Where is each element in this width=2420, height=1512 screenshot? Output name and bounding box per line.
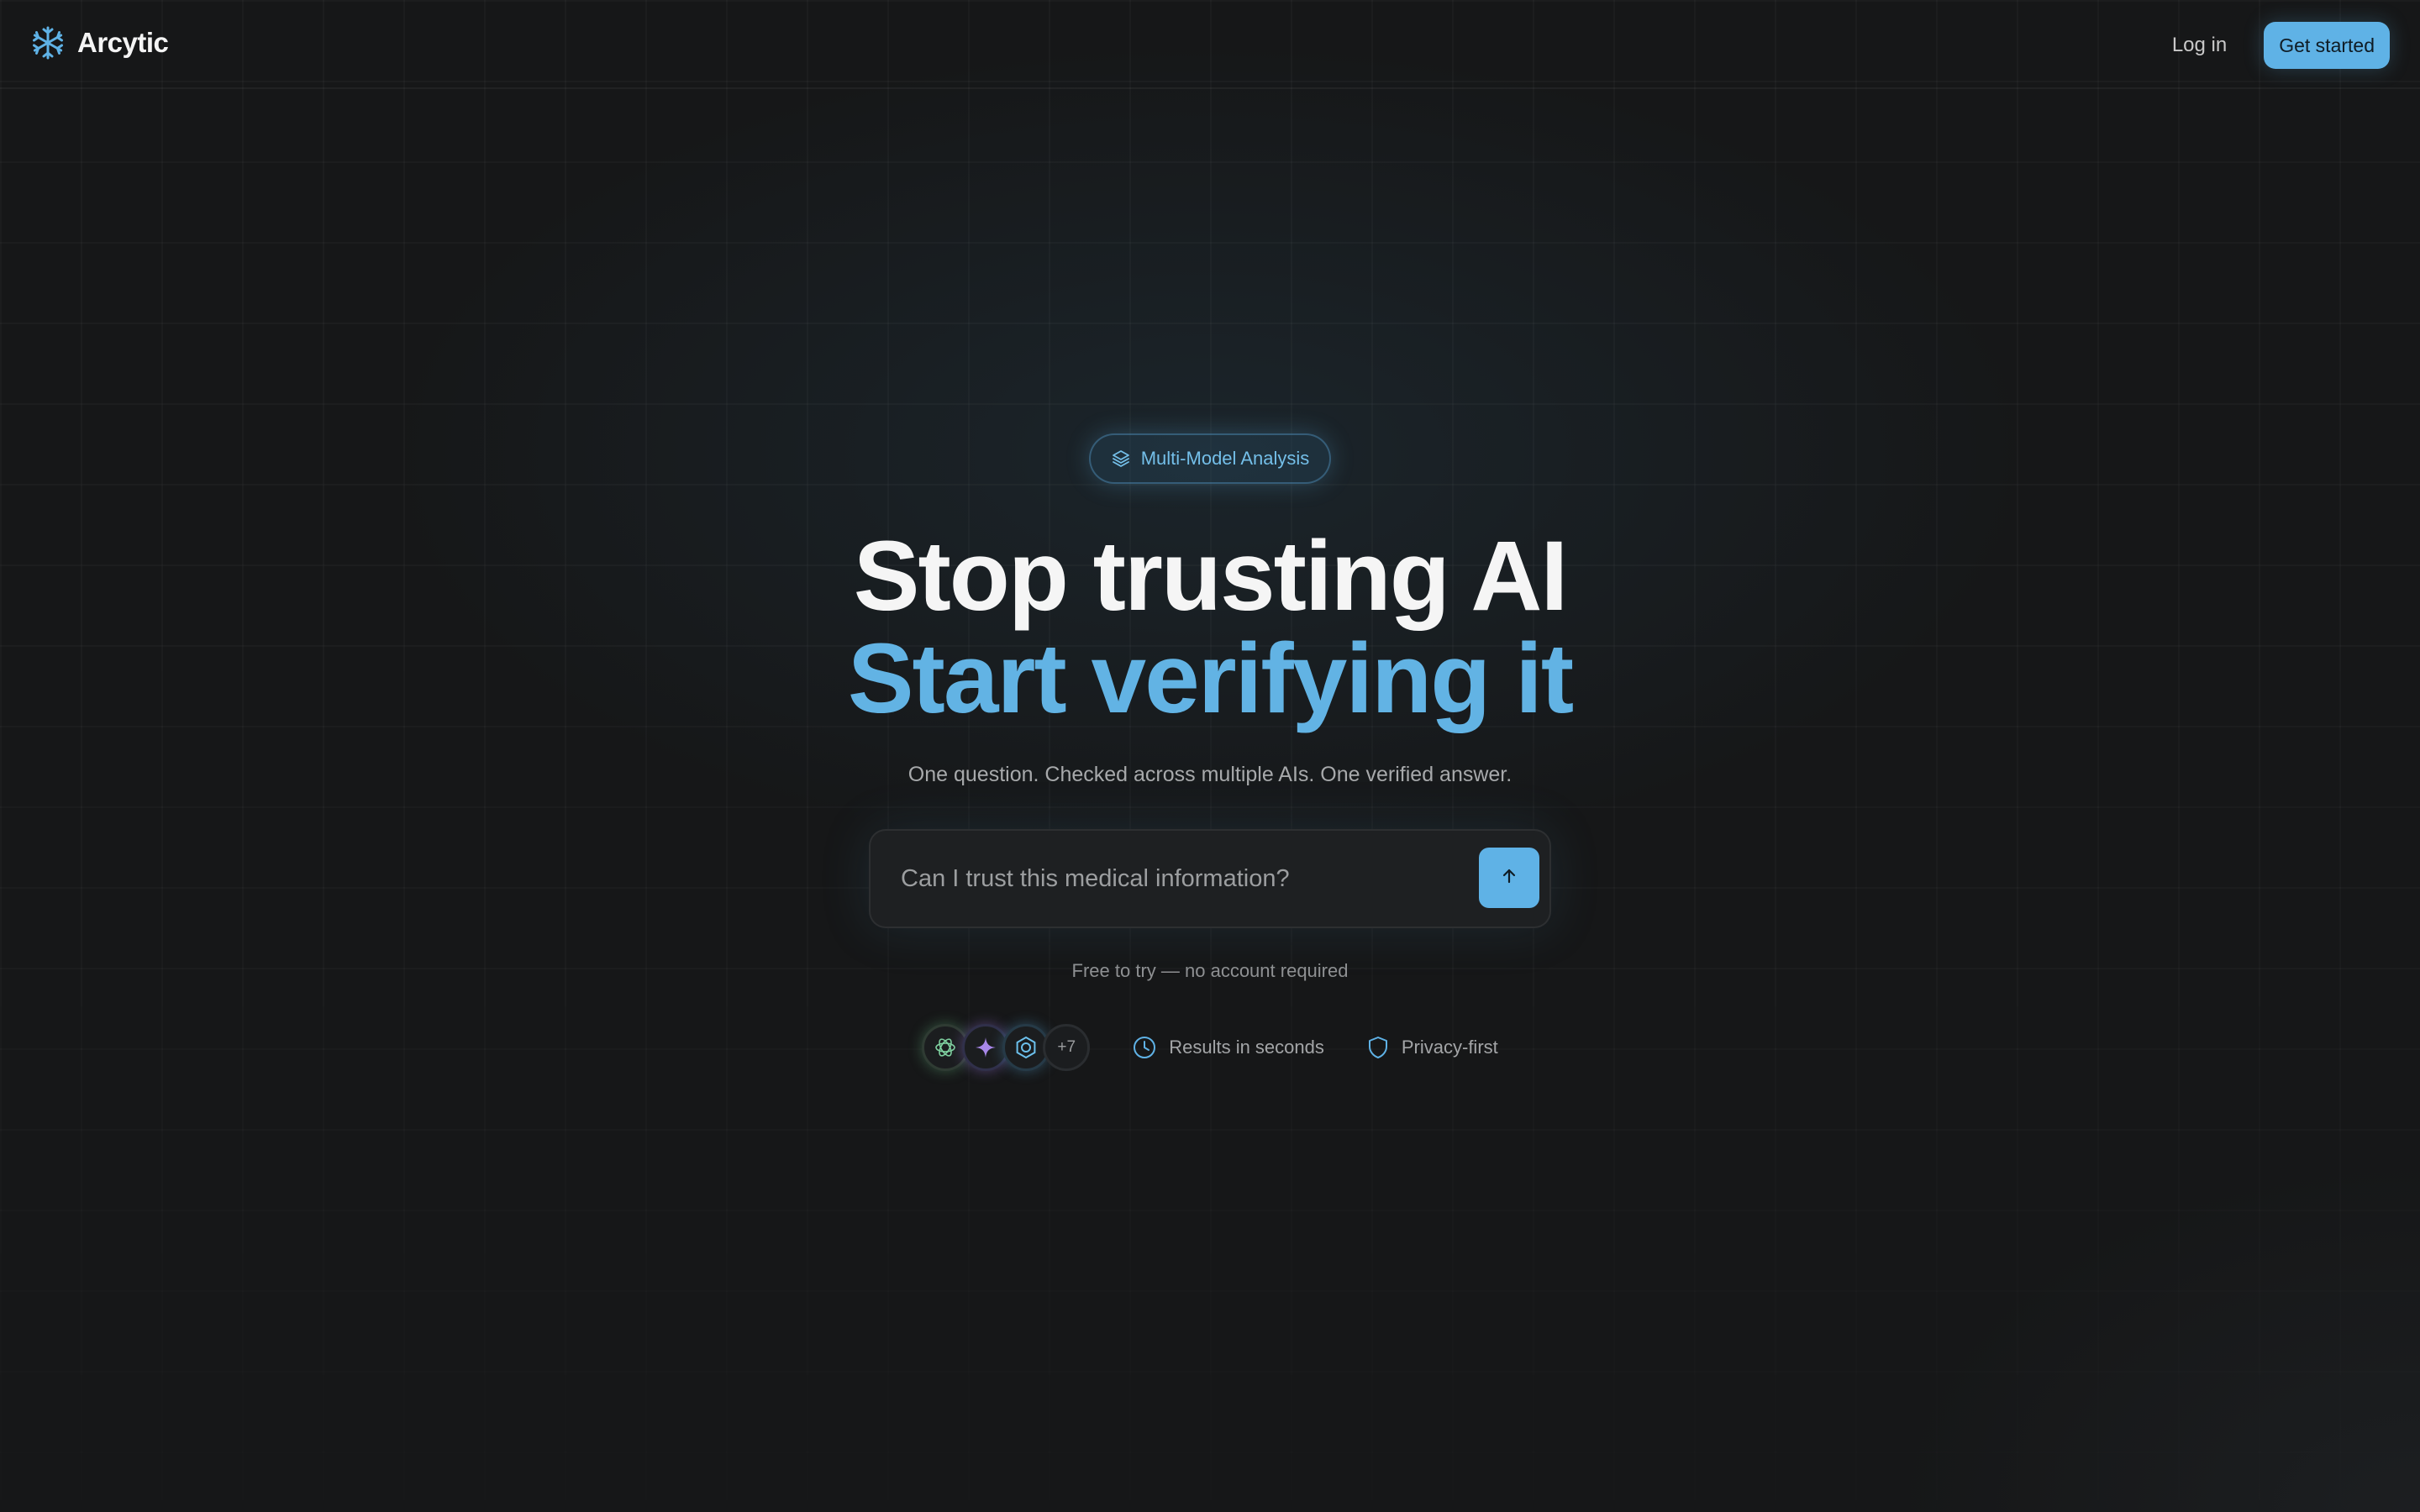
- results-speed-feature: Results in seconds: [1132, 1035, 1324, 1060]
- headline-primary: Stop trusting AI: [853, 521, 1569, 632]
- login-link[interactable]: Log in: [2172, 34, 2227, 57]
- brand-logo[interactable]: Arcytic: [30, 25, 169, 60]
- nav-actions: Log in Get started: [2172, 22, 2390, 69]
- question-box: [869, 829, 1551, 928]
- headline-accent: Start verifying it: [847, 623, 1574, 734]
- free-trial-note: Free to try — no account required: [1071, 960, 1349, 981]
- trust-row: +7 Results in seconds Privacy-first: [922, 1024, 1498, 1071]
- privacy-feature: Privacy-first: [1366, 1035, 1498, 1060]
- layers-icon: [1111, 449, 1131, 469]
- model-avatars: +7: [922, 1024, 1091, 1071]
- shield-icon: [1366, 1035, 1390, 1060]
- snowflake-icon: [30, 25, 66, 60]
- clock-icon: [1132, 1035, 1157, 1060]
- top-navbar: Arcytic Log in Get started: [0, 0, 2420, 89]
- badge-label: Multi-Model Analysis: [1140, 448, 1310, 469]
- more-models-count: +7: [1043, 1024, 1091, 1071]
- get-started-button[interactable]: Get started: [2264, 22, 2390, 69]
- feature-badge: Multi-Model Analysis: [1088, 433, 1332, 484]
- submit-button[interactable]: [1479, 848, 1539, 908]
- arrow-up-icon: [1500, 867, 1518, 890]
- results-speed-label: Results in seconds: [1169, 1037, 1324, 1058]
- question-input[interactable]: [901, 831, 1439, 927]
- brand-name: Arcytic: [77, 27, 169, 58]
- hero-subtitle: One question. Checked across multiple AI…: [908, 763, 1512, 786]
- hero-section: Multi-Model Analysis Stop trusting AI St…: [0, 433, 2420, 1071]
- privacy-label: Privacy-first: [1401, 1037, 1498, 1058]
